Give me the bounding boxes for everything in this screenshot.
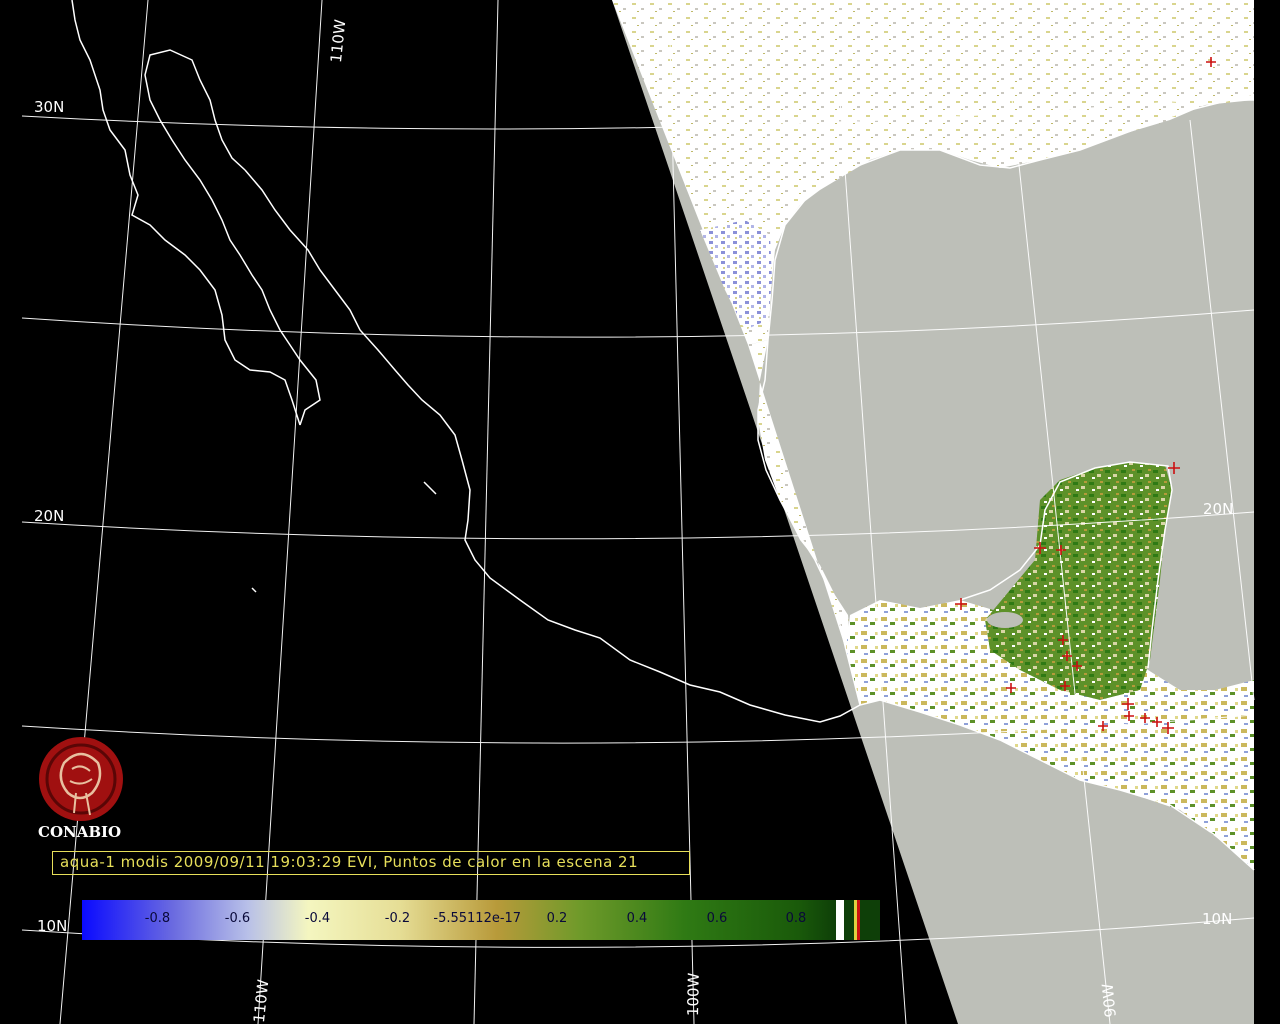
colorbar-tick-label: -0.2 <box>384 911 411 926</box>
terminos-lagoon <box>987 612 1023 628</box>
colorbar-tick-label: 0.8 <box>785 911 807 926</box>
colorbar-tick-label: 0.6 <box>706 911 728 926</box>
colorbar-tick-label: -0.4 <box>304 911 331 926</box>
satellite-swath <box>612 0 1254 1024</box>
label-lon-90w-bottom: 90W <box>1098 982 1120 1019</box>
colorbar-yellow-bin <box>854 900 857 940</box>
colorbar-tick-label: 0.2 <box>546 911 568 926</box>
scene-caption: aqua-1 modis 2009/09/11 19:03:29 EVI, Pu… <box>60 853 639 871</box>
label-lon-100w-bottom: 100W <box>684 972 703 1017</box>
label-lon-110w-bottom: 110W <box>250 978 273 1024</box>
conabio-logo-text: CONABIO <box>38 823 122 841</box>
label-lat-10n-right: 10N <box>1202 910 1233 928</box>
label-lat-30n: 30N <box>34 98 65 116</box>
colorbar-dark-bin <box>844 900 854 940</box>
colorbar-tick-label: -0.6 <box>224 911 251 926</box>
label-lat-20n-left: 20N <box>34 507 65 525</box>
label-lat-20n-right: 20N <box>1203 500 1234 518</box>
label-lon-110w-top: 110W <box>327 18 350 64</box>
isla-socorro <box>251 587 257 593</box>
conabio-logo-icon <box>39 737 123 821</box>
baja-california-east-coast <box>144 49 321 426</box>
baja-california-west-coast <box>71 0 301 426</box>
islas-marias <box>423 481 437 495</box>
colorbar-end-bin <box>860 900 880 940</box>
colorbar-tick-label: 0.4 <box>626 911 648 926</box>
colorbar-tick-label: -0.8 <box>144 911 171 926</box>
colorbar-red-bin <box>857 900 860 940</box>
colorbar-tick-label: -5.55112e-17 <box>433 911 522 926</box>
label-lat-10n-left: 10N <box>37 917 68 935</box>
colorbar-white-bin <box>836 900 844 940</box>
